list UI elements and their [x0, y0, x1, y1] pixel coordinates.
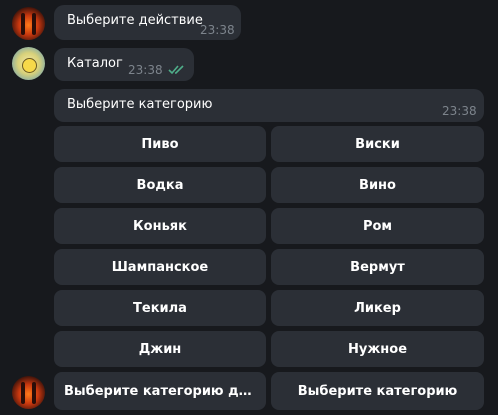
category-button[interactable]: Текила: [54, 290, 266, 326]
button-label: Ром: [362, 218, 393, 234]
avatar-face: [22, 58, 37, 73]
category-button[interactable]: Пиво: [54, 126, 266, 162]
category-button[interactable]: Нужное: [271, 331, 484, 367]
message-bubble: Выберите действие 23:38: [54, 5, 241, 40]
button-label: Джин: [138, 341, 182, 357]
message-time: 23:38: [128, 63, 163, 77]
category-button[interactable]: Водка: [54, 167, 266, 203]
button-label: Коньяк: [133, 218, 187, 234]
message-bubble: Выберите категорию 23:38: [54, 89, 484, 122]
button-label: Ликер: [354, 300, 401, 316]
button-label: Вино: [359, 177, 396, 193]
button-label: Водка: [136, 177, 184, 193]
category-button[interactable]: Ликер: [271, 290, 484, 326]
button-label: Текила: [133, 300, 187, 316]
message-time: 23:38: [200, 23, 235, 37]
double-check-icon: [168, 65, 184, 75]
button-label: Шампанское: [111, 259, 209, 275]
category-button[interactable]: Виски: [271, 126, 484, 162]
user-avatar[interactable]: [12, 47, 45, 80]
message-time: 23:38: [442, 104, 477, 118]
message-text: Выберите категорию: [67, 97, 213, 112]
category-button[interactable]: Коньяк: [54, 208, 266, 244]
bot-avatar[interactable]: [12, 7, 45, 40]
reply-button[interactable]: Выберите категорию: [271, 372, 484, 410]
button-label: Вермут: [350, 259, 405, 275]
button-label: Пиво: [141, 136, 179, 152]
category-button[interactable]: Вино: [271, 167, 484, 203]
message-text: Каталог: [67, 56, 123, 71]
message-text: Выберите действие: [67, 13, 203, 28]
button-label: Выберите категорию: [297, 383, 458, 399]
bot-avatar[interactable]: [12, 376, 45, 409]
category-button[interactable]: Вермут: [271, 249, 484, 285]
button-label: Нужное: [347, 341, 408, 357]
category-button[interactable]: Шампанское: [54, 249, 266, 285]
button-label: Виски: [355, 136, 400, 152]
message-bubble-outgoing: Каталог 23:38: [54, 48, 194, 81]
category-button[interactable]: Ром: [271, 208, 484, 244]
category-button[interactable]: Джин: [54, 331, 266, 367]
reply-button[interactable]: Выберите категорию для т...: [54, 372, 266, 410]
button-label: Выберите категорию для т...: [64, 383, 266, 399]
